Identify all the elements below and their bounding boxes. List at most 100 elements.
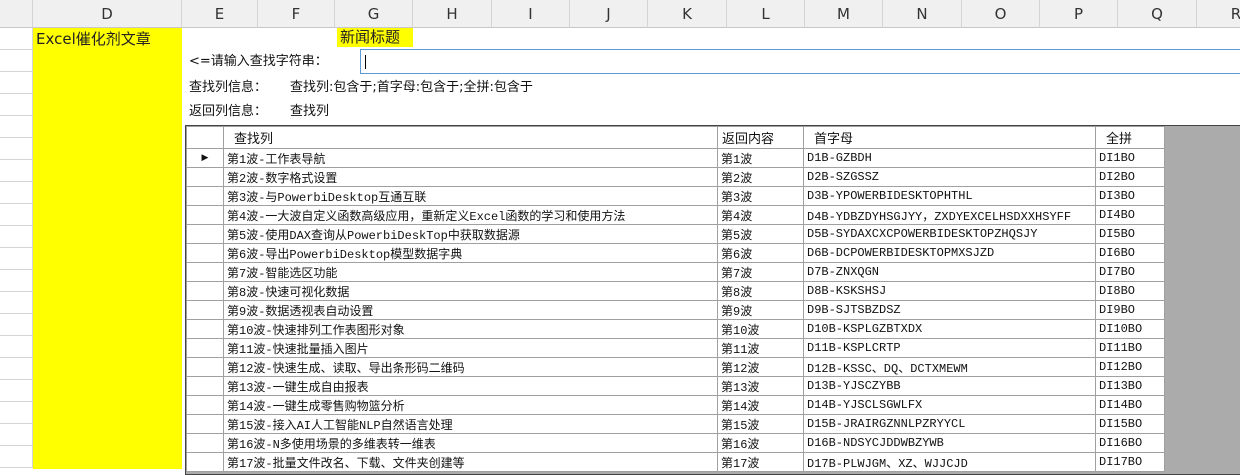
table-row[interactable]: 第15波-接入AI人工智能NLP自然语言处理 第15波 D15B-JRAIRGZNN… xyxy=(186,414,1165,434)
row-header[interactable] xyxy=(0,402,33,424)
return-content-cell[interactable]: 第7波 xyxy=(717,262,804,282)
full-pinyin-cell[interactable]: DI14BO xyxy=(1095,395,1165,415)
search-input[interactable] xyxy=(360,49,1240,74)
row-selector[interactable] xyxy=(186,338,224,358)
full-pinyin-cell[interactable]: DI16BO xyxy=(1095,433,1165,453)
table-row[interactable]: 第12波-快速生成、读取、导出条形码二维码 第12波 D12B-KSSC、DQ、DC… xyxy=(186,357,1165,377)
table-row[interactable]: ▶ 第1波-工作表导航 第1波 D1B-GZBDH DI1BO xyxy=(186,148,1165,168)
table-row[interactable]: 第13波-一键生成自由报表 第13波 D13B-YJSCZYBB DI13BO xyxy=(186,376,1165,396)
table-row[interactable]: 第5波-使用DAX查询从PowerbiDeskTop中获取数据源 第5波 D5B-S… xyxy=(186,224,1165,244)
column-header-o[interactable]: O xyxy=(962,0,1040,28)
full-pinyin-cell[interactable]: DI12BO xyxy=(1095,357,1165,377)
column-header-m[interactable]: M xyxy=(805,0,883,28)
return-content-cell[interactable]: 第16波 xyxy=(717,433,804,453)
row-header[interactable] xyxy=(0,182,33,204)
row-header[interactable] xyxy=(0,28,33,50)
column-header-f[interactable]: F xyxy=(258,0,335,28)
row-header[interactable] xyxy=(0,138,33,160)
column-header-j[interactable]: J xyxy=(570,0,648,28)
find-column-cell[interactable]: 第8波-快速可视化数据 xyxy=(223,281,718,301)
table-row[interactable]: 第2波-数字格式设置 第2波 D2B-SZGSSZ DI2BO xyxy=(186,167,1165,187)
initials-cell[interactable]: D13B-YJSCZYBB xyxy=(803,376,1096,396)
table-row[interactable]: 第7波-智能选区功能 第7波 D7B-ZNXQGN DI7BO xyxy=(186,262,1165,282)
row-header[interactable] xyxy=(0,446,33,468)
find-column-cell[interactable]: 第6波-导出PowerbiDesktop模型数据字典 xyxy=(223,243,718,263)
row-selector[interactable] xyxy=(186,186,224,206)
find-column-cell[interactable]: 第5波-使用DAX查询从PowerbiDeskTop中获取数据源 xyxy=(223,224,718,244)
table-row[interactable]: 第6波-导出PowerbiDesktop模型数据字典 第6波 D6B-DCPOWER… xyxy=(186,243,1165,263)
row-header[interactable] xyxy=(0,160,33,182)
find-column-cell[interactable]: 第9波-数据透视表自动设置 xyxy=(223,300,718,320)
table-row[interactable]: 第11波-快速批量插入图片 第11波 D11B-KSPLCRTP DI11BO xyxy=(186,338,1165,358)
table-row[interactable]: 第4波-一大波自定义函数高级应用，重新定义Excel函数的学习和使用方法 第4波 D… xyxy=(186,205,1165,225)
initials-cell[interactable]: D2B-SZGSSZ xyxy=(803,167,1096,187)
column-header-k[interactable]: K xyxy=(648,0,727,28)
return-content-cell[interactable]: 第5波 xyxy=(717,224,804,244)
row-selector[interactable] xyxy=(186,414,224,434)
return-content-cell[interactable]: 第12波 xyxy=(717,357,804,377)
column-header-r[interactable]: R xyxy=(1197,0,1240,28)
row-selector[interactable] xyxy=(186,224,224,244)
row-selector[interactable] xyxy=(186,433,224,453)
full-pinyin-cell[interactable]: DI10BO xyxy=(1095,319,1165,339)
row-header[interactable] xyxy=(0,270,33,292)
row-header[interactable] xyxy=(0,116,33,138)
full-pinyin-cell[interactable]: DI6BO xyxy=(1095,243,1165,263)
column-header-l[interactable]: L xyxy=(727,0,805,28)
find-column-cell[interactable]: 第7波-智能选区功能 xyxy=(223,262,718,282)
return-content-cell[interactable]: 第3波 xyxy=(717,186,804,206)
return-content-cell[interactable]: 第14波 xyxy=(717,395,804,415)
row-header[interactable] xyxy=(0,292,33,314)
column-header-q[interactable]: Q xyxy=(1118,0,1197,28)
row-header[interactable] xyxy=(0,358,33,380)
return-content-cell[interactable]: 第15波 xyxy=(717,414,804,434)
initials-cell[interactable]: D8B-KSKSHSJ xyxy=(803,281,1096,301)
full-pinyin-cell[interactable]: DI2BO xyxy=(1095,167,1165,187)
row-header[interactable] xyxy=(0,336,33,358)
header-initials[interactable]: 首字母 xyxy=(803,126,1096,149)
row-header[interactable] xyxy=(0,248,33,270)
row-selector[interactable] xyxy=(186,205,224,225)
find-column-cell[interactable]: 第15波-接入AI人工智能NLP自然语言处理 xyxy=(223,414,718,434)
find-column-cell[interactable]: 第11波-快速批量插入图片 xyxy=(223,338,718,358)
row-header[interactable] xyxy=(0,204,33,226)
column-header-i[interactable]: I xyxy=(492,0,570,28)
find-column-cell[interactable]: 第3波-与PowerbiDesktop互通互联 xyxy=(223,186,718,206)
row-selector[interactable] xyxy=(186,376,224,396)
full-pinyin-cell[interactable]: DI5BO xyxy=(1095,224,1165,244)
find-column-cell[interactable]: 第16波-N多使用场景的多维表转一维表 xyxy=(223,433,718,453)
column-header-g[interactable]: G xyxy=(335,0,413,28)
column-header-d[interactable]: D xyxy=(33,0,182,28)
row-selector[interactable] xyxy=(186,300,224,320)
row-header[interactable] xyxy=(0,314,33,336)
full-pinyin-cell[interactable]: DI11BO xyxy=(1095,338,1165,358)
initials-cell[interactable]: D4B-YDBZDYHSGJYY，ZXDYEXCELHSDXXHSYFF xyxy=(803,205,1096,225)
full-pinyin-cell[interactable]: DI13BO xyxy=(1095,376,1165,396)
initials-cell[interactable]: D5B-SYDAXCXCPOWERBIDESKTOPZHQSJY xyxy=(803,224,1096,244)
initials-cell[interactable]: D3B-YPOWERBIDESKTOPHTHL xyxy=(803,186,1096,206)
full-pinyin-cell[interactable]: DI9BO xyxy=(1095,300,1165,320)
return-content-cell[interactable]: 第13波 xyxy=(717,376,804,396)
table-row[interactable]: 第16波-N多使用场景的多维表转一维表 第16波 D16B-NDSYCJDDWBZY… xyxy=(186,433,1165,453)
row-header[interactable] xyxy=(0,72,33,94)
row-selector[interactable] xyxy=(186,167,224,187)
find-column-cell[interactable]: 第10波-快速排列工作表图形对象 xyxy=(223,319,718,339)
header-return-content[interactable]: 返回内容 xyxy=(717,126,804,149)
return-content-cell[interactable]: 第10波 xyxy=(717,319,804,339)
initials-cell[interactable]: D11B-KSPLCRTP xyxy=(803,338,1096,358)
row-header[interactable] xyxy=(0,424,33,446)
return-content-cell[interactable]: 第1波 xyxy=(717,148,804,168)
table-row[interactable]: 第3波-与PowerbiDesktop互通互联 第3波 D3B-YPOWERBIDE… xyxy=(186,186,1165,206)
initials-cell[interactable]: D12B-KSSC、DQ、DCTXMEWM xyxy=(803,357,1096,377)
column-header-n[interactable]: N xyxy=(883,0,962,28)
results-grid[interactable]: 查找列 返回内容 首字母 全拼 ▶ 第1波-工作表导航 第1波 D1B-GZBDH DI… xyxy=(185,125,1240,475)
find-column-cell[interactable]: 第2波-数字格式设置 xyxy=(223,167,718,187)
row-header[interactable] xyxy=(0,380,33,402)
column-header-c[interactable] xyxy=(0,0,33,28)
initials-cell[interactable]: D1B-GZBDH xyxy=(803,148,1096,168)
full-pinyin-cell[interactable]: DI3BO xyxy=(1095,186,1165,206)
cell-g1[interactable]: 新闻标题 xyxy=(337,28,413,47)
row-selector[interactable] xyxy=(186,243,224,263)
initials-cell[interactable]: D7B-ZNXQGN xyxy=(803,262,1096,282)
find-column-cell[interactable]: 第1波-工作表导航 xyxy=(223,148,718,168)
